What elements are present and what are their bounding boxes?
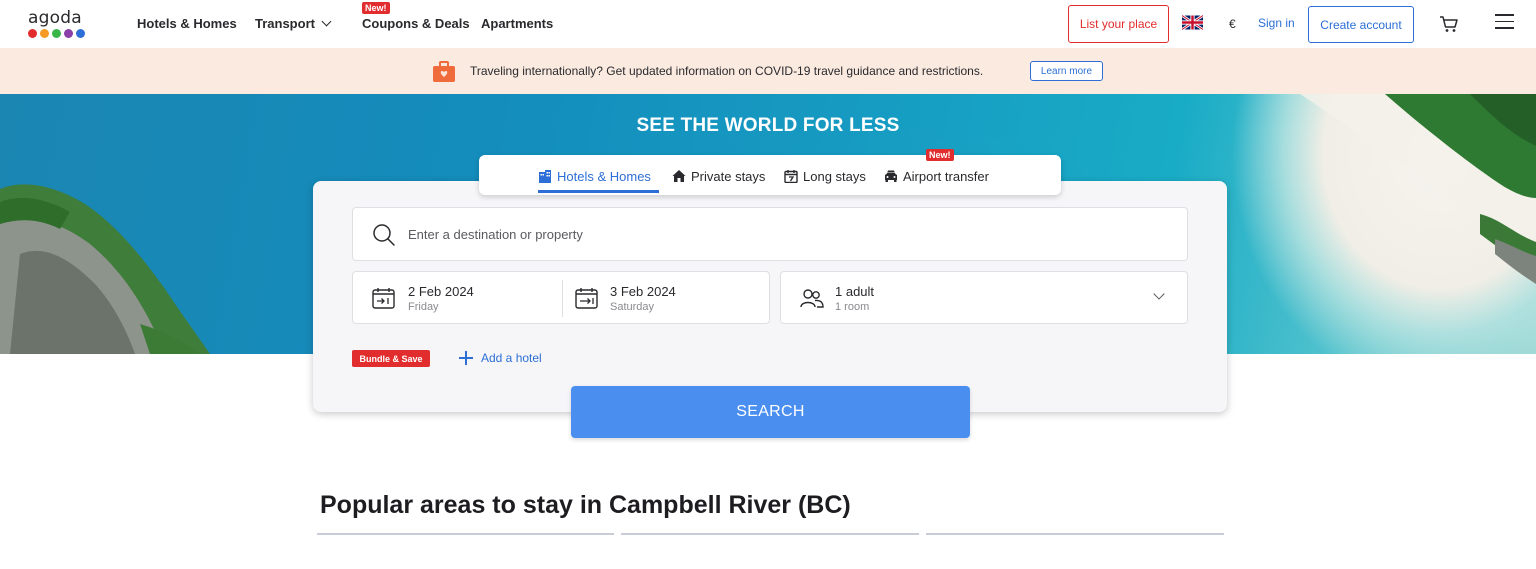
covid-banner: Traveling internationally? Get updated i… (0, 48, 1536, 94)
search-tabs: Hotels & Homes Private stays Long stays … (479, 155, 1061, 195)
check-out-date: 3 Feb 2024 (610, 284, 676, 299)
people-icon (800, 289, 824, 308)
sign-in-link[interactable]: Sign in (1258, 16, 1295, 30)
chevron-down-icon (321, 16, 332, 27)
top-header: agoda Hotels & Homes Transport New! Coup… (0, 0, 1536, 48)
search-button[interactable]: SEARCH (571, 386, 970, 438)
menu-line (1495, 20, 1514, 23)
car-icon (885, 170, 897, 182)
hotel-icon (539, 170, 551, 183)
occupancy-field[interactable]: 1 adult 1 room (780, 271, 1188, 324)
new-badge: New! (362, 2, 390, 14)
check-in-field[interactable]: 2 Feb 2024 Friday (353, 272, 562, 323)
nav-transport[interactable]: Transport (255, 16, 332, 31)
list-your-place-button[interactable]: List your place (1068, 5, 1169, 43)
occupancy-rooms: 1 room (835, 301, 870, 313)
check-in-calendar-icon (372, 288, 395, 309)
destination-input[interactable]: Enter a destination or property (408, 227, 583, 242)
menu-line (1495, 14, 1514, 16)
logo-dot (52, 29, 61, 38)
popular-areas-title: Popular areas to stay in Campbell River … (320, 491, 851, 519)
hero-title: SEE THE WORLD FOR LESS (636, 115, 900, 136)
tab-hotels-homes[interactable]: Hotels & Homes (538, 167, 651, 185)
nav-transport-label: Transport (255, 16, 315, 31)
occupancy-adults: 1 adult (835, 284, 875, 299)
logo-dot (28, 29, 37, 38)
agoda-logo[interactable]: agoda (28, 8, 85, 38)
calendar-icon (784, 170, 798, 183)
check-in-date: 2 Feb 2024 (408, 284, 474, 299)
check-out-day: Saturday (610, 301, 655, 313)
uk-flag-icon[interactable] (1182, 15, 1203, 30)
logo-dot (40, 29, 49, 38)
plus-icon (459, 351, 473, 365)
menu-line (1495, 27, 1514, 29)
banner-text: Traveling internationally? Get updated i… (470, 64, 984, 78)
chevron-down-icon (1153, 288, 1165, 300)
logo-dot (64, 29, 73, 38)
add-hotel-button[interactable]: Add a hotel (459, 351, 542, 365)
learn-more-button[interactable]: Learn more (1030, 61, 1103, 81)
check-in-day: Friday (408, 301, 439, 313)
check-out-field[interactable]: 3 Feb 2024 Saturday (563, 272, 769, 323)
hamburger-menu-icon[interactable] (1495, 14, 1514, 34)
tab-airport-transfer[interactable]: Airport transfer (884, 167, 989, 185)
logo-dot (76, 29, 85, 38)
date-range-field: 2 Feb 2024 Friday 3 Feb 2024 Saturday (352, 271, 770, 324)
tab-label: Airport transfer (903, 168, 989, 184)
logo-text: agoda (28, 8, 82, 28)
bundle-save-badge: Bundle & Save (352, 350, 430, 367)
house-icon (672, 170, 686, 182)
search-icon (373, 224, 395, 246)
tab-label: Private stays (691, 168, 766, 184)
active-tab-indicator (538, 190, 659, 193)
nav-hotels-homes[interactable]: Hotels & Homes (137, 16, 237, 31)
tab-long-stays[interactable]: Long stays (784, 167, 866, 185)
tab-label: Hotels & Homes (557, 168, 651, 184)
add-hotel-label: Add a hotel (481, 351, 542, 365)
tab-private-stays[interactable]: Private stays (672, 167, 765, 185)
popular-area-card-divider (317, 533, 614, 535)
logo-dots (28, 29, 85, 38)
travel-bag-icon (433, 61, 455, 82)
destination-field[interactable]: Enter a destination or property (352, 207, 1188, 261)
check-out-calendar-icon (575, 288, 598, 309)
cart-icon[interactable] (1439, 15, 1459, 33)
create-account-button[interactable]: Create account (1308, 6, 1414, 43)
new-badge: New! (926, 149, 954, 161)
nav-apartments[interactable]: Apartments (481, 16, 553, 31)
currency-selector[interactable]: € (1229, 17, 1236, 31)
popular-area-card-divider (926, 533, 1224, 535)
tab-label: Long stays (803, 168, 866, 184)
nav-coupons-deals[interactable]: Coupons & Deals (362, 16, 470, 31)
popular-area-card-divider (621, 533, 919, 535)
